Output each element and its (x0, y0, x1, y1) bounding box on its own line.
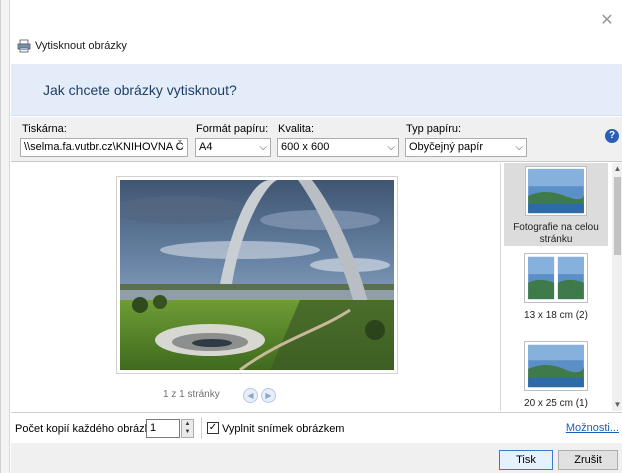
copies-options-row: Počet kopií každého obrázku: 1 ▲ ▼ ✓ Vyp… (11, 412, 622, 442)
page-status: 1 z 1 stránky (163, 389, 220, 400)
quality-select-value: 600 x 600 (281, 141, 330, 153)
paper-size-select-value: A4 (199, 141, 213, 153)
divider (201, 417, 202, 439)
paper-size-label: Formát papíru: (196, 123, 269, 135)
left-window-edge (1, 0, 10, 473)
window-title: Vytisknout obrázky (35, 40, 127, 52)
chevron-down-icon: ⌵ (259, 142, 267, 153)
page-title: Jak chcete obrázky vytisknout? (43, 82, 237, 98)
scroll-up-icon[interactable]: ▲ (612, 163, 622, 175)
quality-select[interactable]: 600 x 600 ⌵ (277, 138, 399, 157)
printer-icon (17, 39, 31, 53)
close-icon[interactable]: ✕ (600, 13, 614, 29)
fill-frame-checkbox[interactable]: ✓ (207, 422, 219, 434)
stepper-down-icon[interactable]: ▼ (182, 428, 193, 436)
chevron-down-icon: ⌵ (515, 142, 523, 153)
paper-type-select[interactable]: Obyčejný papír ⌵ (405, 138, 527, 157)
help-icon[interactable]: ? (605, 129, 619, 143)
quality-label: Kvalita: (278, 123, 315, 135)
chevron-down-icon: ⌵ (176, 142, 184, 153)
layout-label: 13 x 18 cm (2) (524, 310, 588, 321)
layout-label: 20 x 25 cm (1) (524, 398, 588, 409)
layout-item-full-page[interactable]: Fotografie na celou stránku (504, 163, 608, 246)
stepper-up-icon[interactable]: ▲ (182, 420, 193, 428)
layout-label: Fotografie na celou stránku (513, 222, 599, 245)
layout-thumbnail (525, 166, 587, 216)
header-banner: Jak chcete obrázky vytisknout? (11, 64, 622, 116)
printer-select-value: \\selma.fa.vutbr.cz\KNIHOVNA Č (24, 141, 184, 153)
scroll-down-icon[interactable]: ▼ (612, 399, 622, 411)
dialog-button-bar: Tisk Zrušit (11, 443, 622, 473)
layout-thumbnail (524, 341, 588, 391)
printer-label: Tiskárna: (22, 123, 67, 135)
photo-preview-image (120, 180, 394, 370)
paper-size-select[interactable]: A4 ⌵ (195, 138, 271, 157)
title-bar: Vytisknout obrázky (11, 34, 127, 58)
copies-input[interactable]: 1 (146, 419, 180, 438)
scrollbar-thumb[interactable] (614, 177, 621, 255)
layout-item-13x18[interactable]: 13 x 18 cm (2) (504, 253, 608, 329)
previous-page-button[interactable]: ◀ (243, 388, 258, 403)
layout-item-20x25[interactable]: 20 x 25 cm (1) (504, 341, 608, 411)
print-pictures-dialog: ✕ Vytisknout obrázky Jak chcete obrázky … (0, 0, 622, 473)
copies-label: Počet kopií každého obrázku: (15, 423, 160, 435)
printer-select[interactable]: \\selma.fa.vutbr.cz\KNIHOVNA Č ⌵ (20, 138, 188, 157)
print-settings-toolbar: Tiskárna: \\selma.fa.vutbr.cz\KNIHOVNA Č… (11, 117, 622, 162)
copies-stepper[interactable]: ▲ ▼ (181, 419, 194, 438)
paper-type-select-value: Obyčejný papír (409, 141, 483, 153)
layout-list-scrollbar[interactable]: ▲ ▼ (612, 163, 622, 411)
print-button[interactable]: Tisk (499, 450, 553, 470)
photo-preview (116, 176, 398, 374)
paper-type-label: Typ papíru: (406, 123, 462, 135)
layout-thumbnail (524, 253, 588, 303)
next-page-button[interactable]: ▶ (261, 388, 276, 403)
cancel-button[interactable]: Zrušit (558, 450, 618, 470)
print-preview-area: 1 z 1 stránky ◀ ▶ (11, 163, 499, 411)
fill-frame-label: Vyplnit snímek obrázkem (222, 423, 345, 435)
options-link[interactable]: Možnosti... (566, 422, 619, 434)
layout-list: Fotografie na celou stránku 13 x 18 cm (… (500, 163, 612, 411)
chevron-down-icon: ⌵ (387, 142, 395, 153)
